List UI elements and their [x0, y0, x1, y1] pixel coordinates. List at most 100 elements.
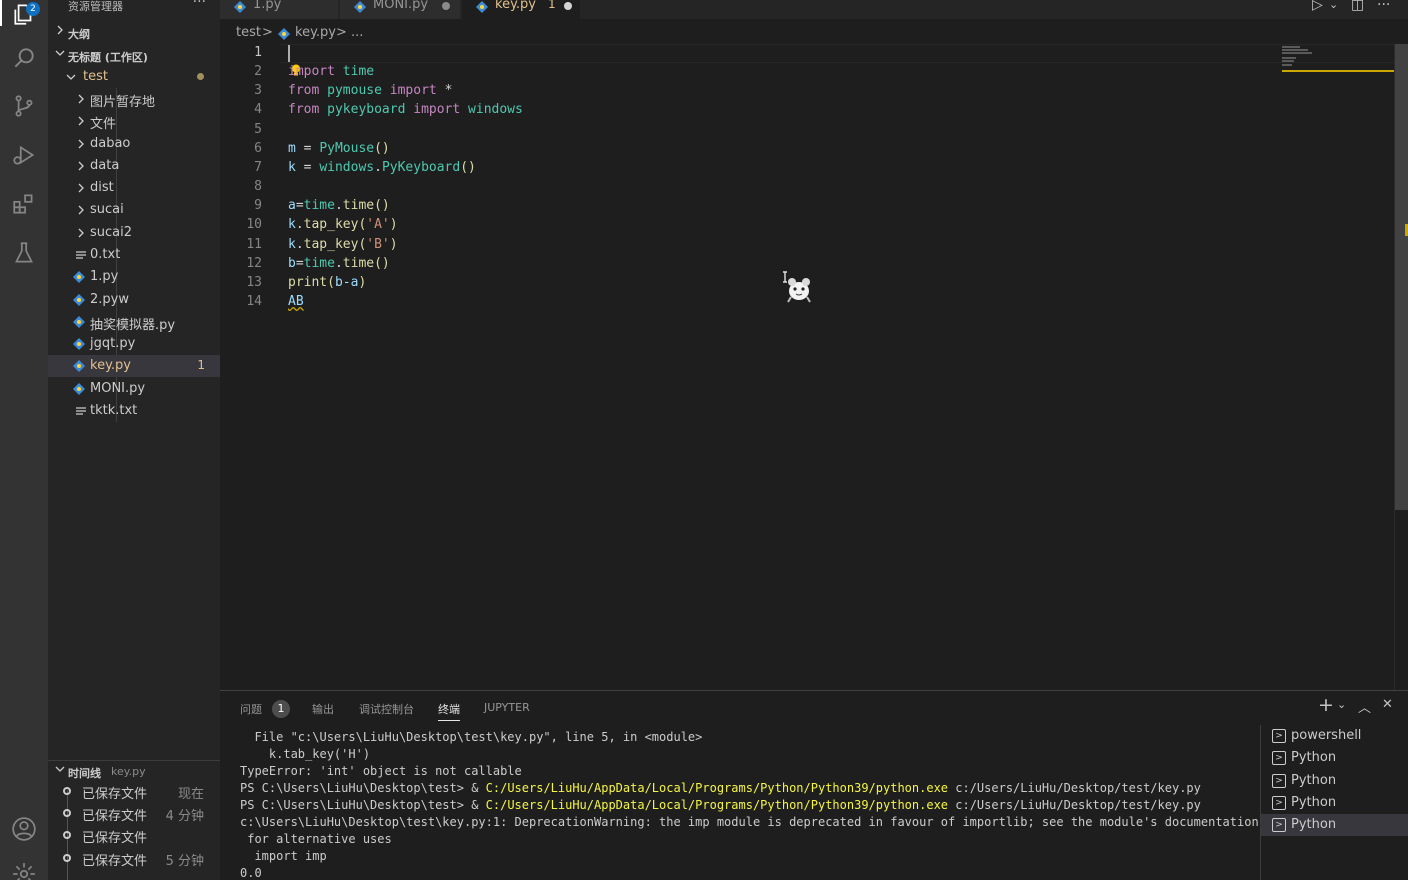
timeline-entry-label: 已保存文件	[82, 854, 148, 869]
breadcrumb-separator: >	[262, 25, 273, 40]
circle-icon	[63, 809, 71, 817]
code-module: pymouse	[327, 83, 382, 98]
run-debug-icon[interactable]	[0, 131, 48, 179]
explorer-more-button[interactable]: ···	[193, 0, 206, 10]
minimap[interactable]	[1282, 44, 1394, 72]
tree-item-file-selected[interactable]: key.py 1	[48, 355, 220, 377]
unsaved-dot-icon[interactable]	[564, 2, 572, 10]
workspace-section[interactable]: 无标题 (工作区)	[48, 45, 220, 65]
code-keyword: from	[288, 83, 320, 98]
new-terminal-icon[interactable]: +	[1318, 694, 1334, 716]
editor-scrollbar[interactable]	[1394, 44, 1408, 690]
timeline-entry[interactable]: 已保存文件 5 分钟	[48, 847, 220, 869]
chevron-right-icon	[57, 25, 63, 35]
timeline-entry-time: 4 分钟	[165, 809, 204, 824]
tab-output[interactable]: 输出	[312, 701, 334, 717]
run-icon[interactable]: ▷	[1312, 0, 1323, 13]
python-file-icon	[234, 1, 246, 13]
tab-1-py[interactable]: 1.py	[220, 0, 338, 19]
python-file-icon	[73, 271, 85, 283]
search-icon[interactable]	[0, 34, 48, 82]
terminal-menu-chevron-icon[interactable]: ⌄	[1337, 698, 1346, 711]
testing-icon[interactable]	[0, 229, 48, 277]
tree-item-folder[interactable]: sucai2	[48, 222, 220, 244]
tree-item-folder[interactable]: 文件	[48, 110, 220, 132]
timeline-entry[interactable]: 已保存文件	[48, 824, 220, 846]
terminal-output[interactable]: File "c:\Users\LiuHu\Desktop\test\key.py…	[240, 729, 1260, 880]
terminal-item-python[interactable]: > Python	[1261, 770, 1408, 792]
code-line: k.tap_key('B')	[288, 237, 398, 252]
close-panel-icon[interactable]: ✕	[1382, 697, 1393, 712]
run-menu-chevron-icon[interactable]: ⌄	[1329, 0, 1338, 11]
code-paren: (	[327, 275, 335, 290]
unsaved-dot-icon[interactable]	[442, 2, 450, 10]
tree-item-folder[interactable]: dabao	[48, 133, 220, 155]
tree-item-file[interactable]: 抽奖模拟器.py	[48, 311, 220, 333]
line-number: 9	[254, 198, 262, 213]
account-icon[interactable]	[0, 805, 48, 853]
code-text: *	[444, 83, 453, 98]
tab-moni-py[interactable]: MONI.py	[340, 0, 460, 19]
tree-item-folder[interactable]: 图片暂存地	[48, 88, 220, 110]
breadcrumb-tail[interactable]: > ...	[336, 25, 363, 40]
circle-icon	[63, 854, 71, 862]
tree-item-label: 2.pyw	[90, 292, 129, 307]
code-function: tap_key	[303, 217, 359, 232]
folder-test[interactable]: test	[48, 66, 220, 88]
source-control-icon[interactable]	[0, 82, 48, 130]
tree-item-label: key.py	[90, 358, 131, 373]
terminal-item-python-active[interactable]: > Python	[1261, 814, 1408, 836]
code-editor[interactable]: 1 2 3 4 5 6 7 8 9 10 11 12 13 14 import …	[220, 44, 1394, 690]
extensions-icon[interactable]	[0, 180, 48, 228]
tree-item-file[interactable]: tktk.txt	[48, 400, 220, 422]
tree-item-file[interactable]: 1.py	[48, 266, 220, 288]
code-function: print	[288, 275, 328, 290]
code-variable: m	[288, 141, 296, 156]
tab-problems[interactable]: 问题	[240, 701, 262, 717]
breadcrumb-file[interactable]: key.py	[295, 25, 336, 40]
timeline-entry[interactable]: 已保存文件 4 分钟	[48, 802, 220, 824]
terminal-item-python[interactable]: > Python	[1261, 792, 1408, 814]
breadcrumb-folder[interactable]: test	[236, 25, 261, 40]
terminal-line: c:\Users\LiuHu\Desktop\test\key.py:1: De…	[240, 815, 1259, 829]
tab-terminal[interactable]: 终端	[438, 701, 460, 721]
tree-item-folder[interactable]: sucai	[48, 199, 220, 221]
timeline-entry-label: 已保存文件	[82, 787, 148, 802]
terminal-item-powershell[interactable]: > powershell	[1261, 725, 1408, 747]
tree-item-folder[interactable]: dist	[48, 177, 220, 199]
text-file-icon	[76, 407, 86, 415]
maximize-panel-icon[interactable]: ︿	[1358, 697, 1371, 716]
code-line: print(b-a)	[288, 275, 366, 290]
split-editor-icon[interactable]: ◫	[1351, 0, 1364, 13]
code-variable: k	[288, 237, 296, 252]
tab-debug-console[interactable]: 调试控制台	[359, 701, 414, 717]
tree-item-file[interactable]: 0.txt	[48, 244, 220, 266]
timeline-entry[interactable]: 已保存文件 现在	[48, 780, 220, 802]
settings-gear-icon[interactable]	[0, 850, 48, 880]
outline-section[interactable]: 大纲	[48, 22, 220, 42]
tree-item-folder[interactable]: data	[48, 155, 220, 177]
tree-item-file[interactable]: 2.pyw	[48, 289, 220, 311]
explorer-icon[interactable]: 2	[0, 0, 48, 38]
timeline-entry-time: 现在	[177, 787, 204, 802]
more-actions-icon[interactable]: ···	[1377, 0, 1390, 13]
line-number: 4	[254, 102, 262, 117]
terminal-line: PS C:\Users\LiuHu\Desktop\test> & C:/Use…	[240, 780, 1260, 797]
code-line: AB	[288, 294, 304, 309]
script-path: c:/Users/LiuHu/Desktop/test/key.py	[948, 798, 1201, 812]
tab-jupyter[interactable]: JUPYTER	[484, 701, 530, 714]
python-exe-path: C:/Users/LiuHu/AppData/Local/Programs/Py…	[485, 781, 949, 795]
python-file-icon	[73, 338, 85, 350]
terminal-item-python[interactable]: > Python	[1261, 747, 1408, 769]
tree-item-file[interactable]: jgqt.py	[48, 333, 220, 355]
tree-item-file[interactable]: MONI.py	[48, 378, 220, 400]
terminal-icon: >	[1272, 751, 1286, 765]
python-file-icon	[73, 316, 85, 328]
line-number: 2	[254, 64, 262, 79]
timeline-section[interactable]: 时间线 key.py	[48, 760, 220, 780]
tab-label: 1.py	[253, 0, 282, 12]
code-dot: .	[334, 256, 343, 271]
scrollbar-thumb[interactable]	[1395, 44, 1408, 510]
tab-key-py[interactable]: key.py 1	[462, 0, 580, 19]
tab-problem-count: 1	[548, 0, 556, 11]
